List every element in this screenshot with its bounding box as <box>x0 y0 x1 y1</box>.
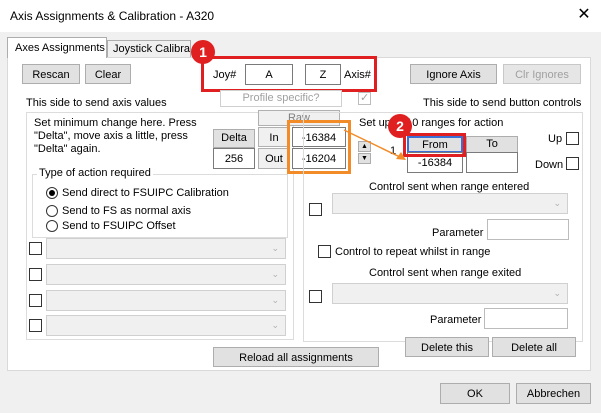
action-type-legend: Type of action required <box>37 167 153 179</box>
out-label: Out <box>258 148 290 169</box>
title-bar: Axis Assignments & Calibration - A320 ✕ <box>0 0 601 32</box>
up-label: Up <box>548 133 563 145</box>
delta-button[interactable]: Delta <box>213 129 255 148</box>
rescan-button[interactable]: Rescan <box>22 64 80 84</box>
axis-row-4-checkbox[interactable] <box>29 319 42 332</box>
radio-send-fsuipc-offset-label: Send to FSUIPC Offset <box>62 220 176 232</box>
up-checkbox[interactable] <box>566 132 579 145</box>
tab-joystick-calibration[interactable]: Joystick Calibra <box>107 40 191 57</box>
range-entered-combo[interactable]: ⌄ <box>332 193 568 214</box>
right-side-heading: This side to send button controls <box>423 97 582 109</box>
close-icon[interactable]: ✕ <box>572 3 596 27</box>
chevron-down-icon: ⌄ <box>271 320 279 330</box>
axis-row-3-checkbox[interactable] <box>29 294 42 307</box>
repeat-label: Control to repeat whilst in range <box>335 246 491 258</box>
to-button[interactable]: To <box>466 136 518 153</box>
window-title: Axis Assignments & Calibration - A320 <box>10 9 215 23</box>
delta-instructions: Set minimum change here. Press "Delta", … <box>34 117 197 155</box>
annotation-arrow-icon <box>343 129 406 160</box>
reload-all-assignments-button[interactable]: Reload all assignments <box>213 347 379 367</box>
chevron-down-icon: ⌄ <box>553 288 561 298</box>
axis-row-2-combo[interactable]: ⌄ <box>46 264 286 285</box>
tab-axes-assignments[interactable]: Axes Assignments <box>7 37 107 58</box>
ok-button[interactable]: OK <box>440 383 510 404</box>
down-checkbox[interactable] <box>566 157 579 170</box>
delta-value-field[interactable]: 256 <box>213 148 255 169</box>
in-label: In <box>258 127 290 147</box>
parameter-2-label: Parameter <box>430 314 482 326</box>
chevron-down-icon: ⌄ <box>271 243 279 253</box>
cancel-button[interactable]: Abbrechen <box>516 383 591 404</box>
parameter-field[interactable] <box>487 219 569 240</box>
chevron-down-icon: ⌄ <box>271 295 279 305</box>
clr-ignores-button[interactable]: Clr Ignores <box>503 64 581 84</box>
chevron-down-icon: ⌄ <box>271 269 279 279</box>
radio-send-direct-fsuipc[interactable] <box>46 187 58 199</box>
radio-send-fs-normal-axis[interactable] <box>46 205 58 217</box>
chevron-down-icon: ⌄ <box>553 198 561 208</box>
radio-send-fsuipc-offset[interactable] <box>46 220 58 232</box>
range-exited-checkbox[interactable] <box>309 290 322 303</box>
radio-send-direct-fsuipc-label: Send direct to FSUIPC Calibration <box>62 187 229 199</box>
ignore-axis-button[interactable]: Ignore Axis <box>410 64 497 84</box>
axis-row-3-combo[interactable]: ⌄ <box>46 290 286 311</box>
left-side-heading: This side to send axis values <box>26 97 167 109</box>
axis-row-1-checkbox[interactable] <box>29 242 42 255</box>
delete-this-button[interactable]: Delete this <box>405 337 489 357</box>
profile-specific-checkbox[interactable]: ✓ <box>358 92 371 105</box>
profile-specific-label: Profile specific? <box>220 90 342 107</box>
annotation-badge-1: 1 <box>191 40 215 64</box>
axis-row-1-combo[interactable]: ⌄ <box>46 238 286 259</box>
range-entered-label: Control sent when range entered <box>369 181 530 193</box>
parameter-2-field[interactable] <box>484 308 568 329</box>
range-exited-combo[interactable]: ⌄ <box>332 283 568 304</box>
to-value-field[interactable] <box>466 152 518 173</box>
range-entered-checkbox[interactable] <box>309 203 322 216</box>
parameter-label: Parameter <box>432 227 484 239</box>
clear-button[interactable]: Clear <box>85 64 131 84</box>
axis-row-2-checkbox[interactable] <box>29 268 42 281</box>
axis-row-4-combo[interactable]: ⌄ <box>46 315 286 336</box>
down-label: Down <box>535 159 564 171</box>
range-exited-label: Control sent when range exited <box>369 267 522 279</box>
delete-all-button[interactable]: Delete all <box>492 337 576 357</box>
repeat-checkbox[interactable] <box>318 245 331 258</box>
check-mark-icon: ✓ <box>360 92 370 104</box>
annotation-box-1 <box>201 56 377 92</box>
radio-send-fs-normal-axis-label: Send to FS as normal axis <box>62 205 192 217</box>
